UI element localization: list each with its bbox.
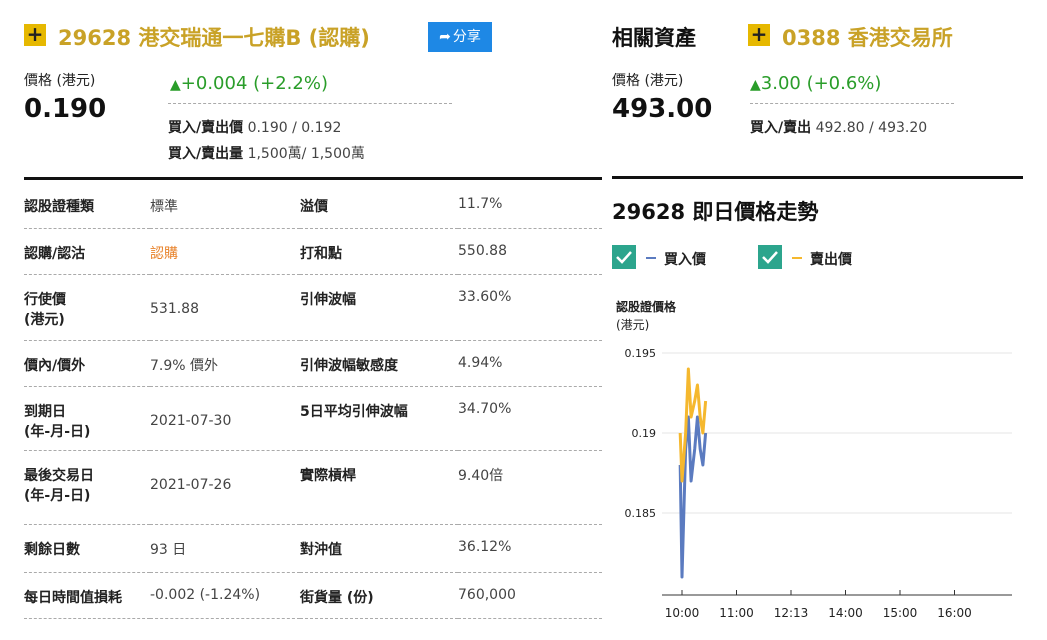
related-change-value: 3.00 (+0.6%) <box>760 73 882 94</box>
detail-label: 認股證種類 <box>24 182 150 229</box>
bid-series-checkbox[interactable] <box>612 245 636 269</box>
detail-value: 93 日 <box>150 524 300 573</box>
detail-value: 2021-07-26 <box>150 450 300 525</box>
bid-ask-volume-label: 買入/賣出量 <box>168 146 244 162</box>
related-asset-heading: 相關資產 <box>612 26 696 50</box>
chart-y-axis-unit: (港元) <box>616 318 650 332</box>
ask-legend-swatch <box>792 257 802 259</box>
x-tick-label: 10:00 <box>665 606 700 620</box>
detail-label: 剩餘日數 <box>24 524 150 573</box>
intraday-chart-title: 29628 即日價格走勢 <box>612 200 819 224</box>
warrant-price-label: 價格 (港元) <box>24 73 96 89</box>
detail-value: 760,000 <box>458 572 602 619</box>
related-asset-name[interactable]: 0388 香港交易所 <box>782 22 953 52</box>
bid-ask-volume-value: 1,500萬/ 1,500萬 <box>247 146 365 162</box>
details-row: 價內/價外 7.9% 價外 引伸波幅敏感度 4.94% <box>24 340 602 387</box>
chart-divider <box>612 176 1023 179</box>
detail-value: 認購 <box>150 228 300 275</box>
ask-legend-label: 賣出價 <box>810 252 852 268</box>
y-tick-label: 0.19 <box>632 427 657 440</box>
add-related-watchlist-icon[interactable]: + <box>748 24 770 46</box>
up-arrow-icon: ▲ <box>170 77 181 93</box>
detail-label: 認購/認沽 <box>24 228 150 275</box>
check-icon <box>616 251 632 264</box>
details-row: 認購/認沽 認購 打和點 550.88 <box>24 228 602 275</box>
y-tick-label: 0.185 <box>625 507 657 520</box>
share-button[interactable]: ➦ 分享 <box>428 22 492 52</box>
bid-ask-price-value: 0.190 / 0.192 <box>247 120 342 136</box>
detail-label: 打和點 <box>300 228 458 275</box>
detail-label: 到期日 (年-月-日) <box>24 386 150 451</box>
x-tick-label: 12:13 <box>774 606 809 620</box>
details-row: 到期日 (年-月-日) 2021-07-30 5日平均引伸波幅 34.70% <box>24 386 602 451</box>
detail-label: 對沖值 <box>300 524 458 573</box>
detail-label: 每日時間值損耗 <box>24 572 150 619</box>
detail-value: 34.70% <box>458 386 602 451</box>
share-icon: ➦ <box>439 29 451 45</box>
detail-value: 標準 <box>150 182 300 229</box>
x-tick-label: 14:00 <box>828 606 863 620</box>
bid-legend-swatch <box>646 257 656 259</box>
details-row: 行使價 (港元) 531.88 引伸波幅 33.60% <box>24 274 602 341</box>
x-tick-label: 15:00 <box>883 606 918 620</box>
warrant-change: ▲+0.004 (+2.2%) <box>170 73 328 94</box>
detail-label: 行使價 (港元) <box>24 274 150 341</box>
detail-value: 33.60% <box>458 274 602 341</box>
detail-label: 最後交易日 (年-月-日) <box>24 450 150 525</box>
detail-value: 531.88 <box>150 274 300 341</box>
warrant-change-value: +0.004 (+2.2%) <box>180 73 328 94</box>
detail-value: -0.002 (-1.24%) <box>150 572 300 619</box>
detail-label: 溢價 <box>300 182 458 229</box>
detail-label: 5日平均引伸波幅 <box>300 386 458 451</box>
chart-y-axis-label: 認股證價格 <box>616 300 677 314</box>
detail-value: 4.94% <box>458 340 602 387</box>
x-tick-label: 16:00 <box>937 606 972 620</box>
bid-ask-price-label: 買入/賣出價 <box>168 120 244 136</box>
details-row: 最後交易日 (年-月-日) 2021-07-26 實際槓桿 9.40倍 <box>24 450 602 525</box>
y-tick-label: 0.195 <box>625 347 657 360</box>
related-bid-ask-value: 492.80 / 493.20 <box>815 120 928 136</box>
detail-label: 價內/價外 <box>24 340 150 387</box>
detail-label: 引伸波幅敏感度 <box>300 340 458 387</box>
intraday-price-chart: 0.195 0.19 0.185 10:00 11:00 12:13 14:00 15:00 1… <box>625 347 1012 620</box>
x-tick-label: 11:00 <box>719 606 754 620</box>
warrant-details-table: 認股證種類 標準 溢價 11.7% 認購/認沽 認購 打和點 550.88 行使價 (港元) 531… <box>24 182 602 619</box>
related-up-arrow-icon: ▲ <box>750 77 761 93</box>
ask-series-checkbox[interactable] <box>758 245 782 269</box>
details-row: 剩餘日數 93 日對沖值 36.12% <box>24 524 602 573</box>
detail-label: 引伸波幅 <box>300 274 458 341</box>
warrant-bid-ask-price: 買入/賣出價 0.190 / 0.192 <box>168 117 341 137</box>
detail-value: 7.9% 價外 <box>150 340 300 387</box>
detail-value: 550.88 <box>458 228 602 275</box>
details-row: 每日時間值損耗 -0.002 (-1.24%) 街貨量 (份) 760,000 <box>24 572 602 619</box>
detail-value: 2021-07-30 <box>150 386 300 451</box>
related-bid-ask-label: 買入/賣出 <box>750 120 812 136</box>
add-watchlist-icon[interactable]: + <box>24 24 46 46</box>
related-change: ▲3.00 (+0.6%) <box>750 73 881 94</box>
detail-value: 36.12% <box>458 524 602 573</box>
detail-label: 街貨量 (份) <box>300 572 458 619</box>
detail-value: 9.40倍 <box>458 450 602 525</box>
warrant-title: 29628 港交瑞通一七購B (認購) <box>58 26 370 50</box>
related-bid-ask: 買入/賣出 492.80 / 493.20 <box>750 117 927 137</box>
details-row: 認股證種類 標準 溢價 11.7% <box>24 182 602 229</box>
warrant-bid-ask-volume: 買入/賣出量 1,500萬/ 1,500萬 <box>168 143 365 163</box>
warrant-price: 0.190 <box>24 94 107 124</box>
detail-value: 11.7% <box>458 182 602 229</box>
details-divider <box>24 177 602 180</box>
check-icon <box>762 251 778 264</box>
bid-legend-label: 買入價 <box>664 252 706 268</box>
detail-label: 實際槓桿 <box>300 450 458 525</box>
related-price-label: 價格 (港元) <box>612 73 684 89</box>
related-price: 493.00 <box>612 94 713 124</box>
share-label: 分享 <box>452 29 481 45</box>
